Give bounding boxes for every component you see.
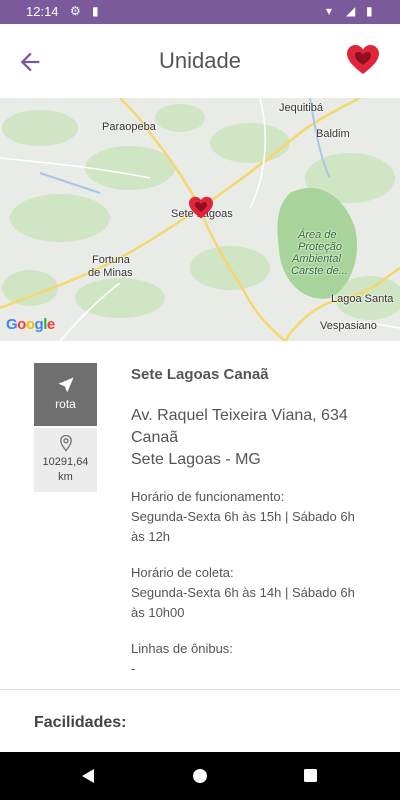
- opening-hours-value: Segunda-Sexta 6h às 15h | Sábado 6h às 1…: [131, 509, 355, 544]
- map-label-fortuna: Fortuna: [92, 254, 130, 266]
- nav-back-icon[interactable]: [80, 768, 96, 784]
- status-bar: 12:14 ⚙ ▮ ▾ ◢ ▮: [0, 0, 400, 24]
- map-label-lagoa-santa: Lagoa Santa: [331, 293, 394, 305]
- collection-hours-label: Horário de coleta:: [131, 565, 234, 580]
- distance-box: 10291,64 km: [34, 428, 97, 492]
- map-label-area-protecao-2: Proteção: [298, 241, 343, 253]
- route-label: rota: [55, 397, 76, 411]
- address-line-3: Sete Lagoas - MG: [131, 451, 261, 468]
- map-marker-heart-icon[interactable]: [187, 196, 215, 220]
- map-label-area-protecao-4: Carste de...: [291, 265, 348, 277]
- page-title: Unidade: [159, 48, 241, 73]
- facilities-heading: Facilidades:: [34, 714, 127, 731]
- distance-unit: km: [58, 471, 73, 483]
- battery-icon: ▮: [366, 4, 373, 18]
- distance-value: 10291,64: [42, 456, 89, 468]
- opening-hours-label: Horário de funcionamento:: [131, 489, 285, 504]
- location-pin-icon: [34, 428, 97, 454]
- address-line-2: Canaã: [131, 429, 179, 446]
- section-divider: [0, 689, 400, 690]
- nav-recents-icon[interactable]: [303, 768, 318, 783]
- opening-hours-section: Horário de funcionamento: Segunda-Sexta …: [131, 487, 371, 547]
- address-line-1: Av. Raquel Teixeira Viana, 634: [131, 407, 348, 424]
- system-nav-bar: [0, 752, 400, 800]
- unit-info: Sete Lagoas Canaã Av. Raquel Teixeira Vi…: [131, 366, 371, 679]
- map-view[interactable]: Jequitibá Paraopeba Baldim Sete Lagoas Á…: [0, 98, 400, 341]
- map-label-paraopeba: Paraopeba: [102, 121, 156, 133]
- map-label-fortuna-de-minas: de Minas: [88, 267, 133, 279]
- unit-actions: rota 10291,64 km: [34, 363, 97, 492]
- unit-name: Sete Lagoas Canaã: [131, 366, 269, 383]
- route-button[interactable]: rota: [34, 363, 97, 426]
- collection-hours-value: Segunda-Sexta 6h às 14h | Sábado 6h às 1…: [131, 585, 355, 620]
- wifi-icon: ▾: [326, 4, 333, 18]
- map-label-jequitiba: Jequitibá: [279, 102, 324, 114]
- map-label-vespasiano: Vespasiano: [320, 320, 377, 332]
- signal-icon: ◢: [346, 4, 356, 18]
- bus-lines-value: -: [131, 661, 136, 676]
- map-label-baldim: Baldim: [316, 128, 350, 140]
- status-time: 12:14: [26, 4, 59, 19]
- nav-home-icon[interactable]: [192, 768, 208, 784]
- favorite-heart-icon[interactable]: [346, 44, 380, 76]
- navigation-arrow-icon: [34, 363, 97, 395]
- map-label-area-protecao-1: Área de: [298, 229, 337, 241]
- bus-lines-label: Linhas de ônibus:: [131, 641, 233, 656]
- bus-lines-section: Linhas de ônibus: -: [131, 639, 371, 679]
- app-bar: Unidade: [0, 24, 400, 98]
- map-label-area-protecao-3: Ambiental: [292, 253, 341, 265]
- collection-hours-section: Horário de coleta: Segunda-Sexta 6h às 1…: [131, 563, 371, 623]
- sd-card-icon: ▮: [92, 4, 99, 18]
- google-logo: Google: [6, 316, 55, 333]
- settings-icon: ⚙: [70, 4, 81, 18]
